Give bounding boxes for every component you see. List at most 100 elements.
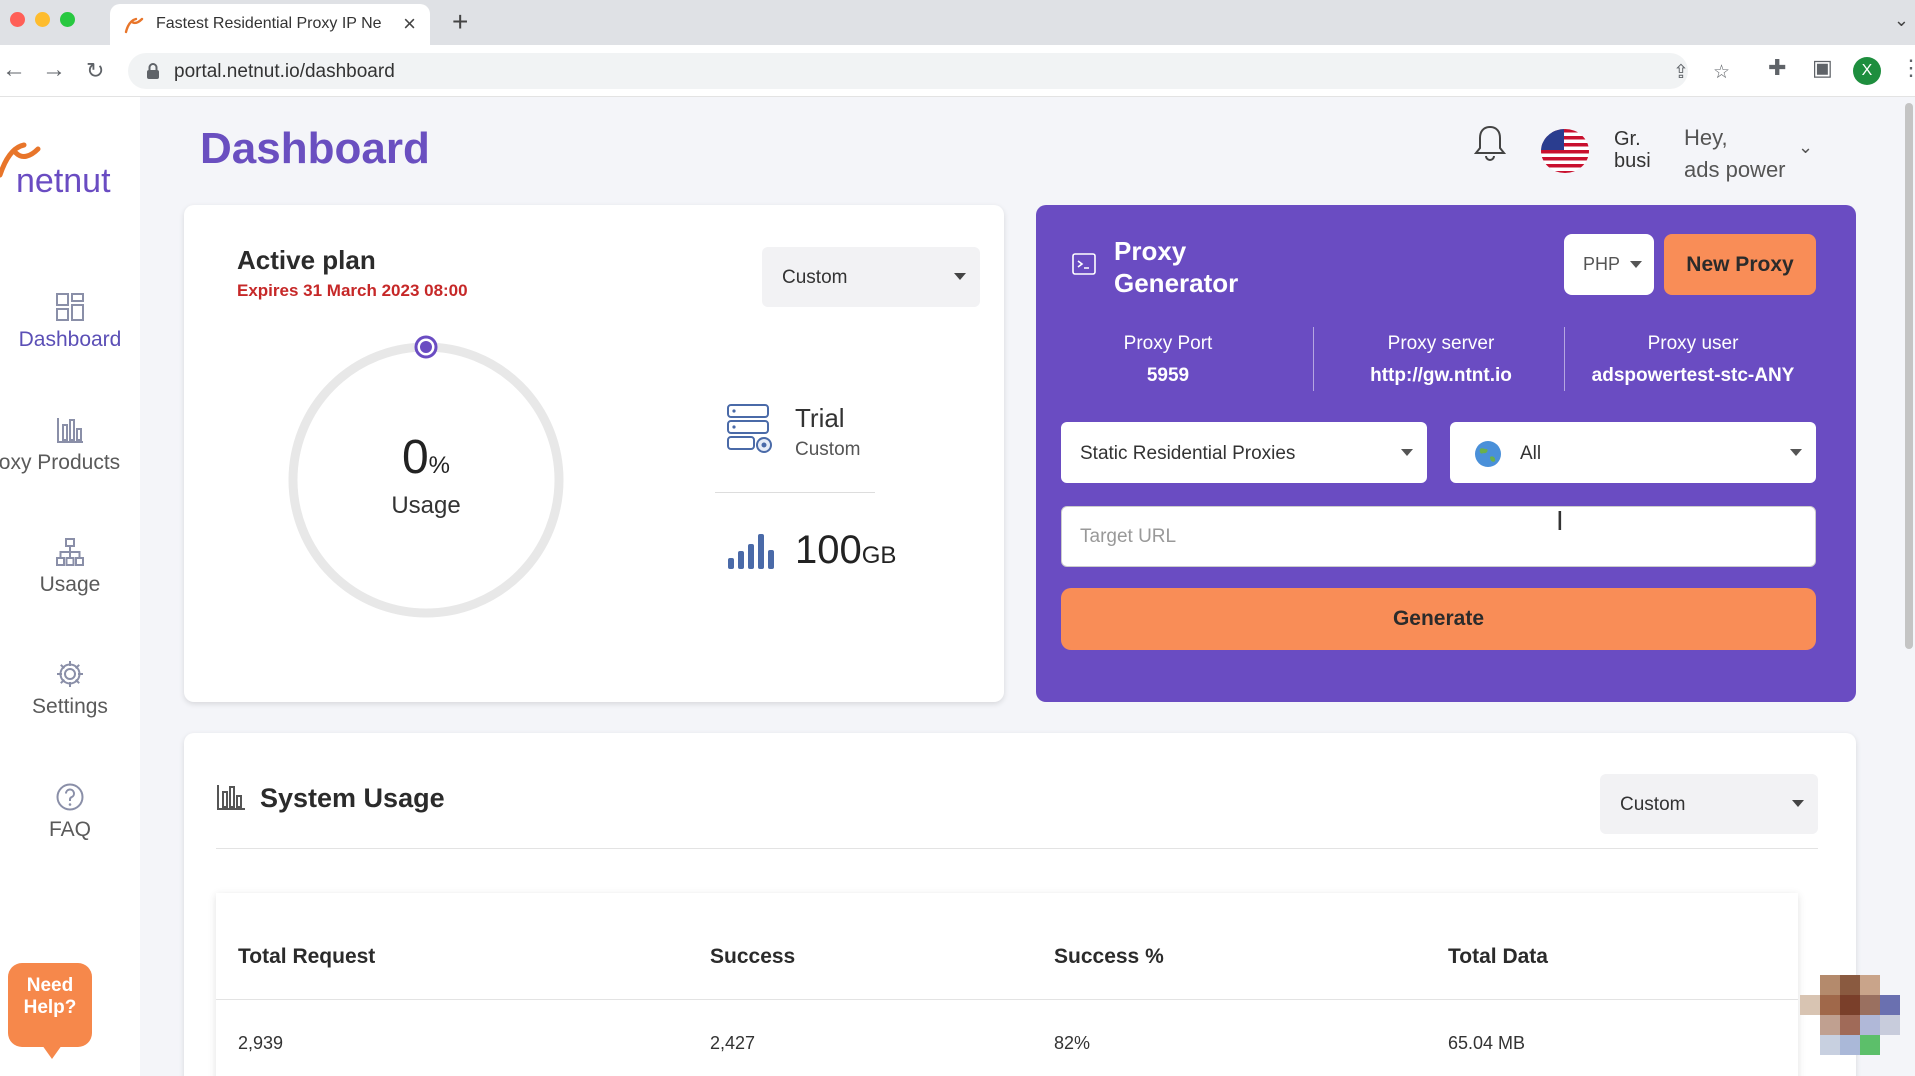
- system-usage-title: System Usage: [260, 783, 445, 813]
- server-settings-icon: [727, 404, 772, 453]
- usage-progress-knob-dot: [420, 341, 432, 353]
- proxy-port-info: Proxy Port 5959: [1072, 333, 1264, 387]
- proxy-user-label: Proxy user: [1647, 333, 1739, 354]
- active-plan-title: Active plan: [237, 245, 376, 275]
- terminal-icon: [1072, 253, 1096, 275]
- table-cell: 2,939: [238, 1033, 284, 1053]
- caret-down-icon: [954, 273, 966, 280]
- sidebar-item-settings[interactable]: Settings: [0, 659, 140, 719]
- back-arrow-icon[interactable]: ←: [2, 56, 26, 84]
- reload-icon[interactable]: ↻: [86, 58, 104, 84]
- browser-toolbar: ← → ↻ portal.netnut.io/dashboard ⇪ ☆ ✚ ▣…: [0, 45, 1915, 97]
- proxy-server-info: Proxy server http://gw.ntnt.io: [1316, 333, 1566, 387]
- sidebar-item-dashboard[interactable]: Dashboard: [0, 292, 140, 352]
- chat-widget-icon[interactable]: [1800, 975, 1900, 1055]
- proxy-generator-card: Proxy Generator PHP New Proxy Proxy Port…: [1036, 205, 1856, 702]
- language-value: PHP: [1583, 254, 1621, 274]
- data-unit: GB: [861, 542, 897, 569]
- chevron-down-icon[interactable]: ⌄: [1798, 137, 1813, 158]
- info-separator: [1313, 327, 1314, 391]
- us-flag-icon[interactable]: [1540, 128, 1590, 174]
- usage-label: Usage: [391, 492, 461, 519]
- extensions-puzzle-icon[interactable]: ✚: [1768, 55, 1786, 81]
- data-allowance: 100GB: [795, 528, 896, 573]
- plan-name: Trial: [795, 403, 845, 433]
- table-cell: 82%: [1054, 1033, 1091, 1053]
- new-tab-button[interactable]: +: [452, 6, 468, 38]
- caret-down-icon: [1401, 449, 1413, 456]
- address-bar[interactable]: portal.netnut.io/dashboard ⇪ ☆: [128, 53, 1730, 89]
- help-circle-icon: [56, 783, 84, 811]
- data-amount: 100: [795, 528, 862, 572]
- active-plan-card: Active plan Expires 31 March 2023 08:00 …: [184, 205, 1004, 702]
- browser-menu-icon[interactable]: ⋮: [1900, 55, 1915, 81]
- section-divider: [216, 848, 1818, 849]
- caret-down-icon: [1630, 261, 1642, 268]
- tab-close-icon[interactable]: ×: [403, 11, 416, 37]
- browser-tab[interactable]: Fastest Residential Proxy IP Ne ×: [110, 4, 430, 45]
- side-panel-icon[interactable]: ▣: [1812, 55, 1833, 81]
- info-separator: [1564, 327, 1565, 391]
- window-minimize-button[interactable]: [35, 12, 50, 27]
- column-header: Total Data: [1448, 945, 1548, 968]
- page-scrollbar[interactable]: [1903, 97, 1915, 1076]
- title-line-1: Proxy: [1114, 236, 1187, 266]
- bar-chart-icon: [57, 418, 83, 443]
- sidebar-item-usage[interactable]: Usage: [0, 537, 140, 597]
- sidebar: netnut Dashboard roxy Products Usage Set…: [0, 97, 140, 1076]
- language-select[interactable]: PHP: [1564, 234, 1654, 295]
- sidebar-item-label: Usage: [39, 573, 101, 596]
- bookmark-star-icon[interactable]: ☆: [1713, 61, 1730, 84]
- column-header: Success %: [1054, 945, 1164, 968]
- proxy-port-value: 5959: [1146, 365, 1190, 386]
- sidebar-item-proxy-products[interactable]: roxy Products: [0, 415, 140, 475]
- profile-avatar[interactable]: X: [1853, 57, 1881, 85]
- plan-period-select[interactable]: Custom: [762, 247, 980, 307]
- caret-down-icon: [1790, 449, 1802, 456]
- need-help-button[interactable]: Need Help?: [8, 963, 92, 1059]
- window-maximize-button[interactable]: [60, 12, 75, 27]
- url-text: portal.netnut.io/dashboard: [174, 61, 395, 82]
- forward-arrow-icon[interactable]: →: [42, 56, 66, 84]
- sidebar-item-label: Dashboard: [18, 328, 122, 351]
- column-header: Total Request: [238, 945, 376, 968]
- scrollbar-thumb[interactable]: [1905, 103, 1913, 649]
- proxy-user-info: Proxy user adspowertest-stc-ANY: [1568, 333, 1818, 387]
- column-header: Success: [710, 945, 796, 968]
- proxy-port-label: Proxy Port: [1123, 333, 1213, 354]
- usage-value: 0: [401, 431, 429, 484]
- netnut-logo[interactable]: netnut: [0, 135, 130, 195]
- notification-bell-icon[interactable]: [1473, 124, 1507, 162]
- proxy-product-select[interactable]: Static Residential Proxies: [1061, 422, 1427, 483]
- window-close-button[interactable]: [10, 12, 25, 27]
- sidebar-item-label: roxy Products: [0, 451, 121, 474]
- tab-search-chevron-icon[interactable]: ⌄: [1894, 10, 1909, 31]
- netnut-favicon-icon: [124, 17, 144, 34]
- new-proxy-button[interactable]: New Proxy: [1664, 234, 1816, 295]
- tab-title: Fastest Residential Proxy IP Ne: [156, 15, 382, 32]
- system-usage-period-value: Custom: [1620, 794, 1686, 815]
- generate-button[interactable]: Generate: [1061, 588, 1816, 650]
- plan-period-value: Custom: [782, 267, 848, 288]
- svg-text:netnut: netnut: [16, 162, 111, 195]
- country-value: All: [1520, 443, 1542, 464]
- country-select[interactable]: All: [1450, 422, 1816, 483]
- sidebar-item-label: FAQ: [48, 818, 91, 841]
- page-title: Dashboard: [200, 124, 430, 173]
- user-greeting[interactable]: Hey, ads power: [1684, 122, 1786, 186]
- system-usage-period-select[interactable]: Custom: [1600, 774, 1818, 834]
- gear-icon: [57, 661, 83, 687]
- user-avatar[interactable]: Gr. busi: [1614, 128, 1666, 174]
- browser-tab-bar: Fastest Residential Proxy IP Ne × + ⌄: [0, 0, 1915, 45]
- greeting-text: Hey,: [1684, 125, 1728, 150]
- globe-icon: [1475, 441, 1501, 467]
- sidebar-item-faq[interactable]: FAQ: [0, 782, 140, 842]
- target-url-input[interactable]: [1061, 506, 1816, 567]
- proxy-server-label: Proxy server: [1387, 333, 1495, 354]
- share-icon[interactable]: ⇪: [1673, 61, 1689, 84]
- dashboard-grid-icon: [56, 293, 84, 321]
- bar-chart-icon: [217, 785, 245, 810]
- sidebar-item-label: Settings: [32, 695, 108, 718]
- plan-subtype: Custom: [795, 439, 861, 460]
- usage-unit: %: [428, 452, 451, 479]
